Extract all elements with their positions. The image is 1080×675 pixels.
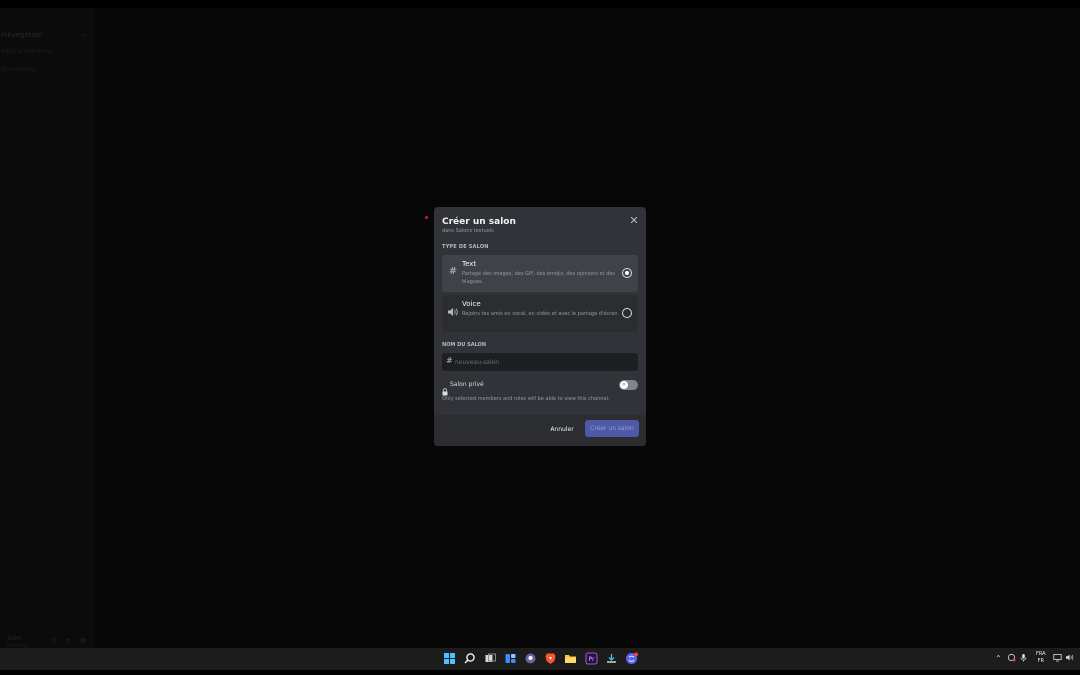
chevron-down-icon: ⌄: [80, 30, 86, 38]
modal-title: Créer un salon: [442, 217, 516, 227]
headset-icon: ∩: [66, 637, 72, 645]
private-channel-description: Only selected members and roles will be …: [442, 396, 610, 402]
chat-icon[interactable]: [524, 652, 537, 665]
create-channel-button[interactable]: Créer un salon: [585, 420, 639, 437]
task-view-icon[interactable]: [484, 652, 497, 665]
windows-start-icon[interactable]: [443, 652, 456, 665]
widgets-icon[interactable]: [504, 652, 517, 665]
user-name: Tolm: [7, 635, 21, 642]
sidebar-line: Infos & annonces: [1, 48, 53, 55]
option-title: Text: [462, 260, 477, 268]
screen: Inkvégétale ⌄ Infos & annonces Discussio…: [0, 0, 1080, 675]
language-code: FRA: [1036, 651, 1046, 657]
channel-name-field[interactable]: #: [442, 353, 638, 371]
volume-icon[interactable]: [1065, 653, 1074, 666]
premiere-icon[interactable]: Pr: [585, 652, 598, 665]
hash-icon: #: [448, 266, 458, 277]
radio-selected[interactable]: [622, 268, 632, 278]
create-channel-modal: Créer un salon dans Salons textuels ✕ TY…: [434, 207, 646, 446]
search-icon[interactable]: [463, 652, 476, 665]
microphone-icon[interactable]: [1019, 653, 1028, 666]
obs-icon[interactable]: [605, 652, 618, 665]
option-title: Voice: [462, 300, 481, 308]
discord-icon[interactable]: [625, 652, 638, 665]
private-channel-toggle[interactable]: ✕: [619, 380, 638, 390]
modal-footer: Annuler Créer un salon: [434, 415, 646, 446]
file-explorer-icon[interactable]: [564, 652, 577, 665]
channel-type-text-option[interactable]: # Text Partage des images, des GIF, des …: [442, 255, 638, 292]
radio-unselected[interactable]: [622, 308, 632, 318]
option-description: Partage des images, des GIF, des émojis,…: [462, 271, 615, 285]
toggle-x-icon: ✕: [620, 381, 628, 389]
gear-icon: ⚙: [80, 637, 87, 645]
mic-icon: ⚲: [52, 637, 58, 645]
display-icon[interactable]: [1053, 653, 1062, 666]
lock-icon: [442, 381, 448, 396]
mouse-cursor: [425, 216, 428, 219]
brave-icon[interactable]: [544, 652, 557, 665]
channel-sidebar: Inkvégétale ⌄ Infos & annonces Discussio…: [0, 8, 95, 649]
hash-icon: #: [446, 356, 453, 365]
close-icon[interactable]: ✕: [628, 215, 640, 227]
keyboard-layout: FR: [1037, 658, 1044, 664]
windows-taskbar: Pr ⌃ FRA FR: [0, 648, 1080, 670]
modal-subtitle: dans Salons textuels: [442, 228, 494, 234]
sidebar-line: Discussions: [1, 66, 37, 73]
channel-name-input[interactable]: [455, 356, 633, 368]
input-language-indicator[interactable]: FRA FR: [1036, 651, 1046, 665]
channel-type-label: TYPE DE SALON: [442, 244, 489, 250]
private-channel-label: Salon privé: [450, 381, 484, 388]
channel-name-label: NOM DU SALON: [442, 342, 487, 348]
speaker-icon: [447, 306, 459, 318]
svg-text:Pr: Pr: [589, 656, 596, 663]
server-name: Inkvégétale: [1, 31, 43, 39]
sync-icon[interactable]: [1007, 653, 1016, 666]
channel-type-voice-option[interactable]: Voice Rejoins tes amis en vocal, en vidé…: [442, 295, 638, 332]
option-description: Rejoins tes amis en vocal, en vidéo et a…: [462, 311, 618, 317]
chevron-up-icon[interactable]: ⌃: [995, 653, 1002, 665]
cancel-button[interactable]: Annuler: [547, 423, 577, 436]
